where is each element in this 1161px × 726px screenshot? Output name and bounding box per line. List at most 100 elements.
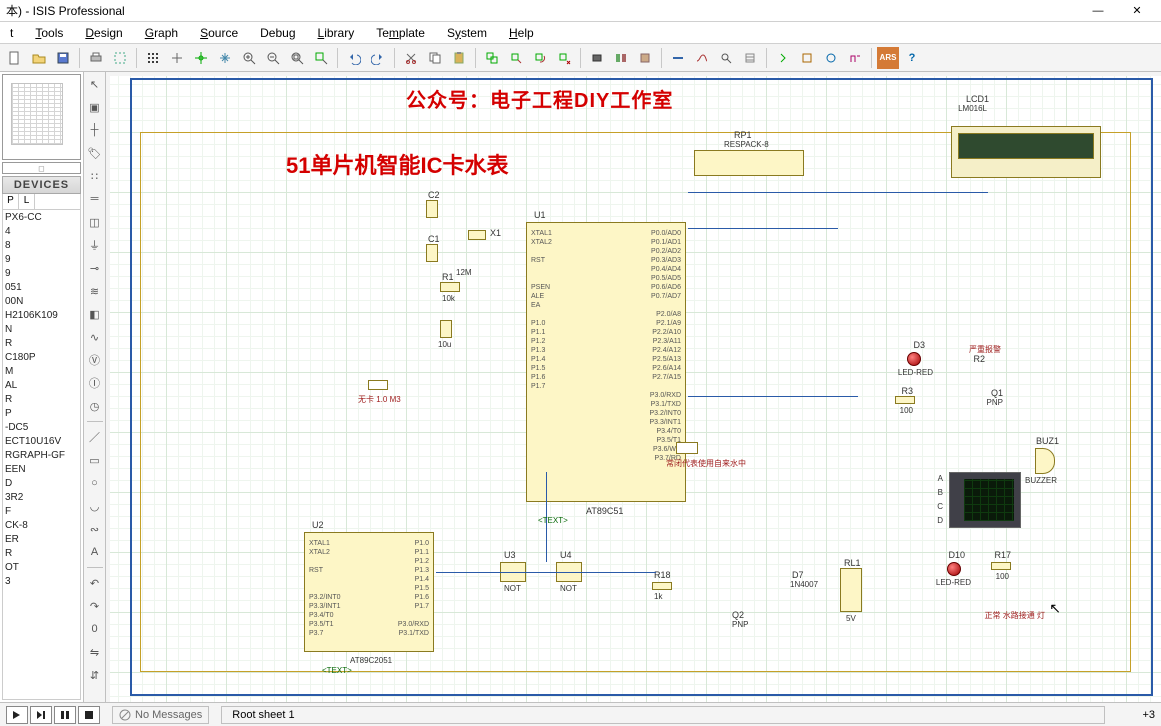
- device-item[interactable]: OT: [5, 561, 78, 575]
- pan-icon[interactable]: [214, 47, 236, 69]
- device-item[interactable]: H2106K109: [5, 309, 78, 323]
- block-move-icon[interactable]: [505, 47, 527, 69]
- path-icon[interactable]: ∾: [85, 519, 105, 539]
- message-box[interactable]: No Messages: [112, 706, 209, 724]
- menu-source[interactable]: Source: [196, 24, 242, 42]
- device-item[interactable]: ER: [5, 533, 78, 547]
- angle-icon[interactable]: 0: [85, 619, 105, 639]
- grid-dots-icon[interactable]: [142, 47, 164, 69]
- line-icon[interactable]: ／: [85, 427, 105, 447]
- tool-d-icon[interactable]: [844, 47, 866, 69]
- rp1[interactable]: [694, 150, 804, 176]
- probe-v-icon[interactable]: Ⓥ: [85, 350, 105, 370]
- device-item[interactable]: M: [5, 365, 78, 379]
- open-icon[interactable]: [28, 47, 50, 69]
- device-item[interactable]: AL: [5, 379, 78, 393]
- probe-i-icon[interactable]: Ⓘ: [85, 373, 105, 393]
- r3[interactable]: [895, 396, 915, 404]
- device-item[interactable]: N: [5, 323, 78, 337]
- menu-item[interactable]: t: [6, 24, 17, 42]
- device-item[interactable]: R: [5, 337, 78, 351]
- menu-system[interactable]: System: [443, 24, 491, 42]
- arc-icon[interactable]: ◡: [85, 496, 105, 516]
- menu-graph[interactable]: Graph: [141, 24, 182, 42]
- text2-icon[interactable]: A: [85, 542, 105, 562]
- bus-icon[interactable]: ═: [85, 189, 105, 209]
- device-item[interactable]: CK-8: [5, 519, 78, 533]
- r17[interactable]: [991, 562, 1011, 570]
- menu-tools[interactable]: Tools: [31, 24, 67, 42]
- device-item[interactable]: 3R2: [5, 491, 78, 505]
- schematic-canvas[interactable]: 公众号：电子工程DIY工作室 51单片机智能IC卡水表 XTAL1XTAL2 R…: [106, 72, 1161, 702]
- tool-c-icon[interactable]: [820, 47, 842, 69]
- orientation-panel[interactable]: ◻: [2, 162, 81, 174]
- led-d10[interactable]: [947, 562, 961, 576]
- circle-icon[interactable]: ○: [85, 473, 105, 493]
- pick-device-icon[interactable]: [586, 47, 608, 69]
- mcu-u2[interactable]: XTAL1XTAL2 RST P3.2/INT0P3.3/INT1P3.4/T0…: [304, 532, 434, 652]
- minimize-button[interactable]: —: [1080, 1, 1116, 21]
- c3[interactable]: [440, 320, 452, 338]
- sheet-name-box[interactable]: Root sheet 1: [221, 706, 1105, 724]
- lcd[interactable]: [951, 126, 1101, 178]
- new-icon[interactable]: [4, 47, 26, 69]
- print-icon[interactable]: [85, 47, 107, 69]
- zoom-in-icon[interactable]: [238, 47, 260, 69]
- tape-icon[interactable]: ◧: [85, 304, 105, 324]
- trace-icon[interactable]: [691, 47, 713, 69]
- mirror-v-icon[interactable]: ⇵: [85, 665, 105, 685]
- device-item[interactable]: 9: [5, 253, 78, 267]
- device-item[interactable]: D: [5, 477, 78, 491]
- component-icon[interactable]: ▣: [85, 97, 105, 117]
- device-item[interactable]: 051: [5, 281, 78, 295]
- copy-icon[interactable]: [424, 47, 446, 69]
- pause-button[interactable]: [54, 706, 76, 724]
- select-icon[interactable]: ↖: [85, 74, 105, 94]
- device-item[interactable]: 4: [5, 225, 78, 239]
- block-rotate-icon[interactable]: [529, 47, 551, 69]
- tool-b-icon[interactable]: [796, 47, 818, 69]
- redo-icon[interactable]: [367, 47, 389, 69]
- origin-icon[interactable]: [190, 47, 212, 69]
- block-delete-icon[interactable]: [553, 47, 575, 69]
- rot-cw-icon[interactable]: ↷: [85, 596, 105, 616]
- device-item[interactable]: 3: [5, 575, 78, 589]
- undo-icon[interactable]: [343, 47, 365, 69]
- meter-icon[interactable]: ◷: [85, 396, 105, 416]
- subckt-icon[interactable]: ◫: [85, 212, 105, 232]
- flow-switch[interactable]: [676, 442, 698, 454]
- play-button[interactable]: [6, 706, 28, 724]
- label-icon[interactable]: 🏷: [85, 143, 105, 163]
- relay[interactable]: [840, 568, 862, 612]
- grid-fine-icon[interactable]: [166, 47, 188, 69]
- led-d3[interactable]: [907, 352, 921, 366]
- cut-icon[interactable]: [400, 47, 422, 69]
- device-item[interactable]: P: [5, 407, 78, 421]
- mirror-h-icon[interactable]: ⇋: [85, 642, 105, 662]
- block-copy-icon[interactable]: [481, 47, 503, 69]
- search-icon[interactable]: [715, 47, 737, 69]
- device-item[interactable]: PX6-CC: [5, 211, 78, 225]
- save-icon[interactable]: [52, 47, 74, 69]
- print-region-icon[interactable]: [109, 47, 131, 69]
- stop-button[interactable]: [78, 706, 100, 724]
- text-icon[interactable]: ∷: [85, 166, 105, 186]
- close-button[interactable]: ✕: [1119, 1, 1155, 21]
- c1[interactable]: [426, 244, 438, 262]
- wire-auto-icon[interactable]: [667, 47, 689, 69]
- rect-icon[interactable]: ▭: [85, 450, 105, 470]
- device-item[interactable]: 8: [5, 239, 78, 253]
- rot-ccw-icon[interactable]: ↶: [85, 573, 105, 593]
- device-item[interactable]: -DC5: [5, 421, 78, 435]
- menu-help[interactable]: Help: [505, 24, 538, 42]
- tool-a-icon[interactable]: [772, 47, 794, 69]
- x1[interactable]: [468, 230, 486, 240]
- help-icon[interactable]: ?: [901, 47, 923, 69]
- r18[interactable]: [652, 582, 672, 590]
- device-item[interactable]: ECT10U16V: [5, 435, 78, 449]
- device-item[interactable]: 9: [5, 267, 78, 281]
- zoom-all-icon[interactable]: [286, 47, 308, 69]
- step-button[interactable]: [30, 706, 52, 724]
- property-icon[interactable]: [739, 47, 761, 69]
- graph-icon[interactable]: ≋: [85, 281, 105, 301]
